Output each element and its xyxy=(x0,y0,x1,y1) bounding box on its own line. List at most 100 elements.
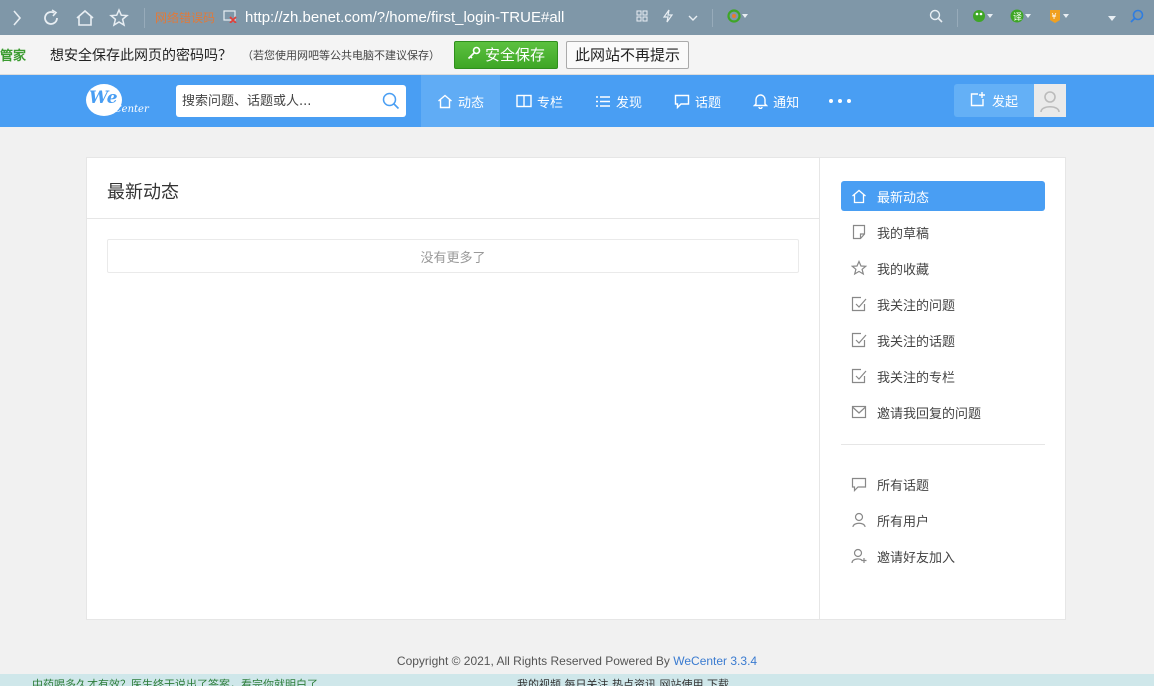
toolbar-separator xyxy=(957,8,958,27)
home-icon xyxy=(437,94,453,109)
pwd-bar-brand: 管家 xyxy=(0,49,27,64)
sidebar-item-invite-friends[interactable]: 邀请好友加入 xyxy=(841,541,1045,571)
sidebar-item-invited-questions[interactable]: 邀请我回复的问题 xyxy=(841,397,1045,427)
qr-code-icon[interactable] xyxy=(636,10,648,25)
browser-toolbar: 网络错误码 http://zh.benet.com/?/home/first_l… xyxy=(0,0,1154,35)
translate-icon[interactable]: 译 xyxy=(1010,9,1034,26)
sidebar-item-followed-topics[interactable]: 我关注的话题 xyxy=(841,325,1045,355)
main-nav: 动态 专栏 发现 话题 通知 xyxy=(421,75,865,127)
sidebar-item-drafts[interactable]: 我的草稿 xyxy=(841,217,1045,247)
site-status-tag: 网络错误码 xyxy=(155,11,216,25)
favorite-star-icon[interactable] xyxy=(102,0,136,35)
home-icon[interactable] xyxy=(68,0,102,35)
site-footer: Copyright © 2021, All Rights Reserved Po… xyxy=(0,654,1154,668)
star-icon xyxy=(851,260,867,276)
sidebar-item-label: 邀请我回复的问题 xyxy=(877,406,982,422)
site-search xyxy=(176,85,406,117)
dot xyxy=(838,99,843,103)
main-card: 最新动态 没有更多了 最新动态 我的草稿 我的收藏 我关注的问题 我关注的话题 … xyxy=(86,157,1066,620)
logo-text-center: Center xyxy=(114,104,149,115)
svg-text:译: 译 xyxy=(1013,12,1022,23)
forward-icon[interactable] xyxy=(0,0,34,35)
user-icon xyxy=(851,512,867,528)
envelope-icon xyxy=(851,405,867,419)
sidebar-item-followed-questions[interactable]: 我关注的问题 xyxy=(841,289,1045,319)
nav-notification-label: 通知 xyxy=(773,95,800,111)
sidebar: 最新动态 我的草稿 我的收藏 我关注的问题 我关注的话题 我关注的专栏 邀请我回… xyxy=(841,181,1045,577)
list-icon xyxy=(595,95,611,108)
key-icon xyxy=(467,46,481,64)
sidebar-item-label: 所有话题 xyxy=(877,478,930,494)
lightning-icon[interactable] xyxy=(662,9,674,26)
dot xyxy=(847,99,852,103)
chat-bubble-icon xyxy=(851,477,867,492)
sidebar-divider xyxy=(841,444,1045,445)
nav-dynamic-label: 动态 xyxy=(458,95,485,111)
site-search-input[interactable] xyxy=(176,93,366,109)
password-save-bar: 管家 想安全保存此网页的密码吗？ （若您使用网吧等公共电脑不建议保存） 安全保存… xyxy=(0,35,1154,75)
menu-chevron-icon[interactable] xyxy=(1108,11,1116,25)
feed-panel: 最新动态 没有更多了 xyxy=(87,158,820,619)
secure-save-button[interactable]: 安全保存 xyxy=(454,40,559,69)
sidebar-item-label: 我的草稿 xyxy=(877,226,930,242)
check-square-icon xyxy=(851,296,867,312)
book-icon xyxy=(516,94,532,108)
check-square-icon xyxy=(851,332,867,348)
page-title: 最新动态 xyxy=(107,182,179,203)
edit-plus-icon xyxy=(970,91,986,111)
nav-discover[interactable]: 发现 xyxy=(579,75,658,127)
sidebar-item-label: 我关注的专栏 xyxy=(877,370,956,386)
search-icon[interactable] xyxy=(929,9,943,26)
user-silhouette-icon xyxy=(1040,90,1060,112)
insecure-icon[interactable] xyxy=(223,9,237,27)
sidebar-item-latest[interactable]: 最新动态 xyxy=(841,181,1045,211)
coupon-icon[interactable]: ¥ xyxy=(1048,8,1072,27)
secure-save-label: 安全保存 xyxy=(485,46,546,64)
never-prompt-button[interactable]: 此网站不再提示 xyxy=(566,40,690,69)
assistant-search-icon[interactable] xyxy=(1130,9,1144,26)
sidebar-item-favorites[interactable]: 我的收藏 xyxy=(841,253,1045,283)
nav-discover-label: 发现 xyxy=(616,95,643,111)
browser-extension-icon[interactable] xyxy=(727,9,751,26)
bell-icon xyxy=(753,93,769,109)
draft-icon xyxy=(851,224,867,240)
wecenter-logo[interactable]: We Center xyxy=(86,82,149,122)
nav-topic[interactable]: 话题 xyxy=(658,75,737,127)
toolbar-separator xyxy=(712,8,713,27)
sidebar-item-followed-columns[interactable]: 我关注的专栏 xyxy=(841,361,1045,391)
sidebar-item-label: 最新动态 xyxy=(877,190,930,206)
publish-label: 发起 xyxy=(991,95,1018,110)
search-icon[interactable] xyxy=(382,92,400,114)
refresh-icon[interactable] xyxy=(34,0,68,35)
nav-notification[interactable]: 通知 xyxy=(737,75,815,127)
nav-column[interactable]: 专栏 xyxy=(500,75,579,127)
more-dots-icon[interactable] xyxy=(815,75,865,127)
pwd-bar-hint: （若您使用网吧等公共电脑不建议保存） xyxy=(242,48,440,62)
home-icon xyxy=(851,189,867,204)
status-strip-tools[interactable]: 我的视频 每日关注 热点资讯 网站使用 下载 xyxy=(517,676,729,686)
browser-right-tools: 译 ¥ xyxy=(636,0,1154,35)
address-bar-url[interactable]: http://zh.benet.com/?/home/first_login-T… xyxy=(245,9,564,26)
nav-dynamic[interactable]: 动态 xyxy=(421,75,501,127)
browser-status-strip: 中药喝多久才有效？医生终于说出了答案，看完你就明白了 我的视频 每日关注 热点资… xyxy=(0,674,1154,686)
publish-button[interactable]: 发起 xyxy=(954,84,1034,117)
check-square-icon xyxy=(851,368,867,384)
nav-topic-label: 话题 xyxy=(695,95,722,111)
sidebar-item-label: 邀请好友加入 xyxy=(877,550,956,566)
chevron-down-icon[interactable] xyxy=(688,11,698,25)
pwd-bar-question: 想安全保存此网页的密码吗？ xyxy=(50,47,232,64)
sidebar-item-all-topics[interactable]: 所有话题 xyxy=(841,469,1045,499)
svg-text:¥: ¥ xyxy=(1052,12,1057,21)
user-avatar[interactable] xyxy=(1034,84,1066,117)
footer-copyright: Copyright © 2021, All Rights Reserved Po… xyxy=(396,654,670,668)
news-ticker[interactable]: 中药喝多久才有效？医生终于说出了答案，看完你就明白了 xyxy=(32,676,318,686)
sidebar-item-all-users[interactable]: 所有用户 xyxy=(841,505,1045,535)
sidebar-item-label: 我关注的问题 xyxy=(877,298,956,314)
toolbar-separator xyxy=(144,7,145,28)
footer-brand-link[interactable]: WeCenter 3.3.4 xyxy=(673,654,757,668)
site-header: We Center 动态 专栏 发现 xyxy=(0,75,1154,127)
frog-extension-icon[interactable] xyxy=(972,9,996,26)
sidebar-item-label: 我的收藏 xyxy=(877,262,930,278)
no-more-button[interactable]: 没有更多了 xyxy=(107,239,799,273)
chat-bubble-icon xyxy=(674,94,690,109)
